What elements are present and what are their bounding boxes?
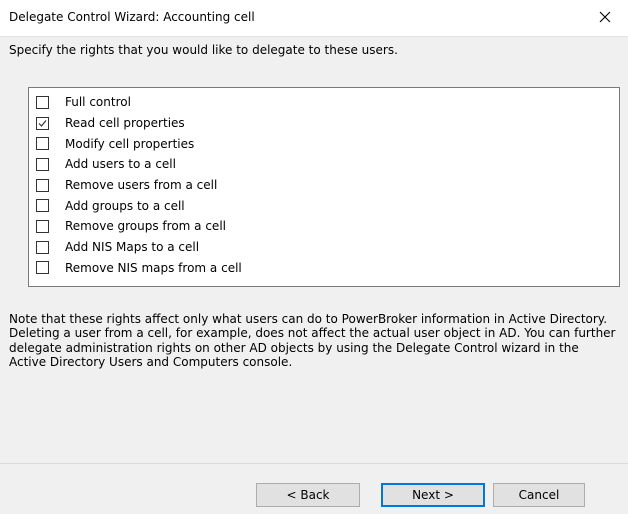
right-item-label: Modify cell properties <box>65 136 195 151</box>
right-item-label: Add groups to a cell <box>65 198 185 213</box>
checkbox[interactable] <box>36 199 49 213</box>
right-item-label: Remove users from a cell <box>65 178 218 193</box>
right-item[interactable]: Add users to a cell <box>29 154 619 175</box>
back-button[interactable]: < Back <box>256 483 360 507</box>
right-item[interactable]: Remove NIS maps from a cell <box>29 258 619 279</box>
checkbox[interactable] <box>36 240 49 254</box>
dialog-body: Specify the rights that you would like t… <box>0 36 628 514</box>
right-item[interactable]: Add groups to a cell <box>29 195 619 216</box>
right-item-label: Remove groups from a cell <box>65 219 226 234</box>
checkbox[interactable] <box>36 157 49 171</box>
checkbox[interactable] <box>36 178 49 192</box>
footer-separator <box>0 463 628 464</box>
checkbox[interactable] <box>36 219 49 233</box>
checkbox[interactable] <box>36 137 49 151</box>
rights-checklist: Full control Read cell properties Modify c… <box>28 87 620 287</box>
right-item[interactable]: Read cell properties <box>29 113 619 134</box>
right-item-label: Read cell properties <box>65 116 185 131</box>
right-item[interactable]: Remove users from a cell <box>29 175 619 196</box>
right-item[interactable]: Full control <box>29 92 619 113</box>
checkbox[interactable] <box>36 261 49 275</box>
close-button[interactable] <box>582 0 628 34</box>
right-item[interactable]: Remove groups from a cell <box>29 216 619 237</box>
instruction-text: Specify the rights that you would like t… <box>9 43 398 57</box>
checkmark-icon <box>38 119 47 127</box>
right-item-label: Remove NIS maps from a cell <box>65 260 242 275</box>
right-item-label: Full control <box>65 95 131 110</box>
right-item[interactable]: Add NIS Maps to a cell <box>29 237 619 258</box>
cancel-button[interactable]: Cancel <box>493 483 585 507</box>
right-item-label: Add NIS Maps to a cell <box>65 240 200 255</box>
note-text: Note that these rights affect only what … <box>9 312 616 370</box>
checkbox[interactable] <box>36 116 49 130</box>
title-bar: Delegate Control Wizard: Accounting cell <box>0 0 628 36</box>
next-button[interactable]: Next > <box>381 483 485 507</box>
right-item-label: Add users to a cell <box>65 157 176 172</box>
window-title: Delegate Control Wizard: Accounting cell <box>9 10 255 24</box>
close-icon <box>599 11 611 23</box>
right-item[interactable]: Modify cell properties <box>29 133 619 154</box>
checkbox[interactable] <box>36 95 49 109</box>
